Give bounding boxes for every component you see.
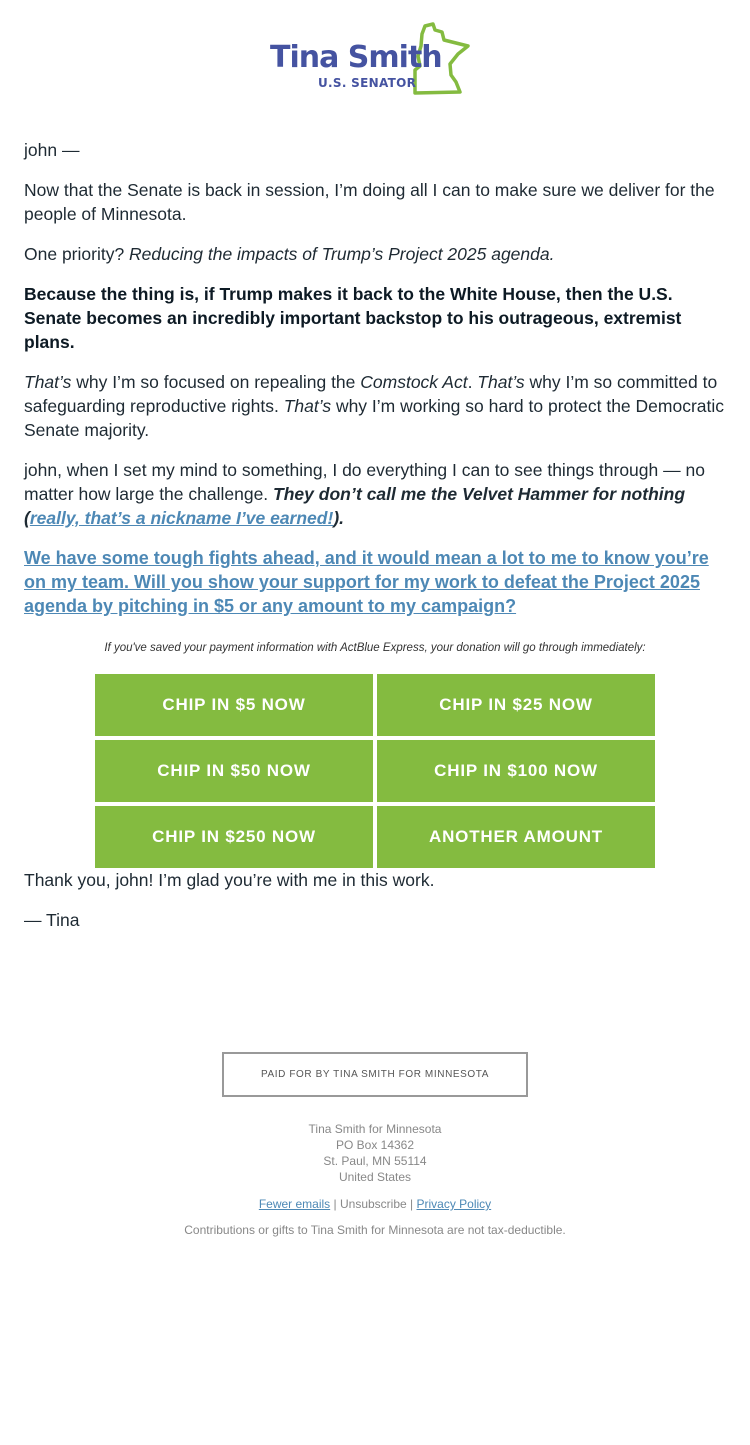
emphasis: That’s xyxy=(283,396,332,416)
fewer-emails-link[interactable]: Fewer emails xyxy=(259,1197,330,1211)
privacy-policy-link[interactable]: Privacy Policy xyxy=(416,1197,491,1211)
chip-in-5-button[interactable]: CHIP IN $5 NOW xyxy=(95,674,373,736)
address-line: St. Paul, MN 55114 xyxy=(323,1154,427,1168)
chip-in-25-button[interactable]: CHIP IN $25 NOW xyxy=(377,674,655,736)
text: why I’m so focused on repealing the xyxy=(71,372,361,392)
donation-button-grid: CHIP IN $5 NOW CHIP IN $25 NOW CHIP IN $… xyxy=(95,674,655,868)
priority-text: Reducing the impacts of Trump’s Project … xyxy=(129,244,555,264)
emphasis: That’s xyxy=(24,372,72,392)
nickname-link[interactable]: really, that’s a nickname I’ve earned! xyxy=(30,508,333,528)
thank-you: Thank you, john! I’m glad you’re with me… xyxy=(24,870,435,890)
paragraph-velvet-hammer: john, when I set my mind to something, I… xyxy=(24,458,726,530)
email-body: john — Now that the Senate is back in se… xyxy=(0,138,750,932)
paid-for-disclaimer: PAID FOR BY TINA SMITH FOR MINNESOTA xyxy=(222,1052,528,1097)
footer-links: Fewer emails | Unsubscribe | Privacy Pol… xyxy=(0,1197,750,1211)
text: . xyxy=(467,372,478,392)
mailing-address: Tina Smith for Minnesota PO Box 14362 St… xyxy=(0,1121,750,1185)
text: ). xyxy=(333,508,345,528)
priority-label: One priority? xyxy=(24,244,130,264)
address-line: United States xyxy=(338,1170,412,1184)
velvet-hammer-text: They don’t call me the Velvet Hammer for… xyxy=(273,484,686,504)
logo-subtitle: U.S. SENATOR xyxy=(318,76,417,90)
greeting: john — xyxy=(24,140,80,160)
address-line: Tina Smith for Minnesota xyxy=(308,1122,442,1136)
paragraph-focus: That’s why I’m so focused on repealing t… xyxy=(24,370,726,442)
separator: | xyxy=(330,1197,340,1211)
another-amount-button[interactable]: ANOTHER AMOUNT xyxy=(377,806,655,868)
chip-in-50-button[interactable]: CHIP IN $50 NOW xyxy=(95,740,373,802)
campaign-logo: Tina Smith U.S. SENATOR xyxy=(270,20,480,100)
chip-in-250-button[interactable]: CHIP IN $250 NOW xyxy=(95,806,373,868)
email-footer: PAID FOR BY TINA SMITH FOR MINNESOTA Tin… xyxy=(0,1052,750,1237)
donate-cta-link[interactable]: We have some tough fights ahead, and it … xyxy=(24,548,709,616)
paragraph-intro: Now that the Senate is back in session, … xyxy=(24,180,715,224)
signoff: — Tina xyxy=(24,910,80,930)
chip-in-100-button[interactable]: CHIP IN $100 NOW xyxy=(377,740,655,802)
paragraph-backstop: Because the thing is, if Trump makes it … xyxy=(24,284,682,352)
email-header: Tina Smith U.S. SENATOR xyxy=(0,0,750,110)
logo-name: Tina Smith xyxy=(270,40,443,75)
emphasis: That’s xyxy=(477,372,525,392)
paragraph-priority: One priority? Reducing the impacts of Tr… xyxy=(24,242,726,266)
emphasis: Comstock Act xyxy=(360,372,468,392)
actblue-express-note: If you've saved your payment information… xyxy=(104,642,646,654)
separator: | xyxy=(406,1197,417,1211)
unsubscribe-link[interactable]: Unsubscribe xyxy=(340,1197,407,1211)
tax-disclaimer: Contributions or gifts to Tina Smith for… xyxy=(184,1223,566,1237)
address-line: PO Box 14362 xyxy=(335,1138,415,1152)
